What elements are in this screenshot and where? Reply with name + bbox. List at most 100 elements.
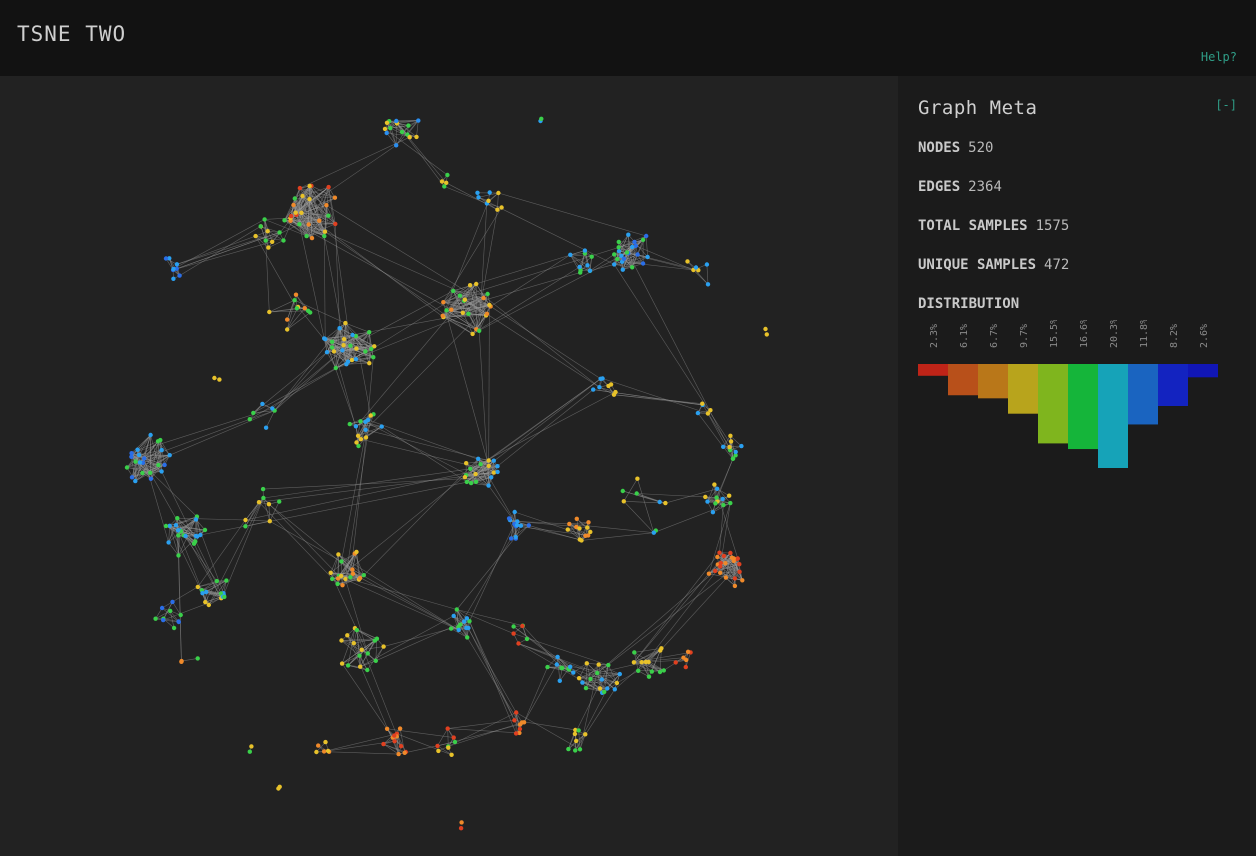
graph-node[interactable] xyxy=(576,728,581,733)
graph-node[interactable] xyxy=(588,676,593,682)
graph-node[interactable] xyxy=(733,449,738,455)
graph-node[interactable] xyxy=(168,608,173,614)
graph-node[interactable] xyxy=(345,633,350,638)
network-graph[interactable] xyxy=(0,76,898,856)
graph-node[interactable] xyxy=(137,460,143,465)
graph-node[interactable] xyxy=(468,480,474,486)
graph-node[interactable] xyxy=(620,267,625,272)
graph-node[interactable] xyxy=(369,346,374,352)
graph-node[interactable] xyxy=(520,623,525,629)
graph-node[interactable] xyxy=(392,733,397,738)
graph-node[interactable] xyxy=(620,488,625,494)
graph-node[interactable] xyxy=(337,326,342,331)
graph-node[interactable] xyxy=(651,530,656,535)
graph-node[interactable] xyxy=(166,540,171,545)
graph-node[interactable] xyxy=(179,658,184,664)
graph-node[interactable] xyxy=(262,217,267,222)
graph-node[interactable] xyxy=(486,483,491,488)
graph-node[interactable] xyxy=(355,433,361,438)
graph-node[interactable] xyxy=(321,749,327,754)
graph-node[interactable] xyxy=(565,527,570,532)
graph-node[interactable] xyxy=(354,346,359,351)
graph-node[interactable] xyxy=(353,424,359,429)
graph-node[interactable] xyxy=(224,578,229,583)
graph-node[interactable] xyxy=(630,265,635,270)
graph-node[interactable] xyxy=(365,667,370,673)
graph-node[interactable] xyxy=(439,179,445,184)
graph-node[interactable] xyxy=(357,575,363,581)
graph-node[interactable] xyxy=(442,184,447,189)
graph-node[interactable] xyxy=(720,496,725,502)
graph-node[interactable] xyxy=(365,651,370,656)
graph-node[interactable] xyxy=(487,190,492,195)
graph-node[interactable] xyxy=(513,534,518,540)
graph-node[interactable] xyxy=(681,655,686,660)
graph-node[interactable] xyxy=(445,172,450,178)
graph-node[interactable] xyxy=(333,365,338,371)
graph-node[interactable] xyxy=(341,343,346,348)
graph-node[interactable] xyxy=(339,573,344,579)
graph-node[interactable] xyxy=(435,743,440,749)
graph-node[interactable] xyxy=(336,552,341,557)
graph-node[interactable] xyxy=(508,536,514,541)
graph-node[interactable] xyxy=(388,125,393,131)
graph-node[interactable] xyxy=(449,752,454,757)
graph-node[interactable] xyxy=(446,745,451,750)
graph-node[interactable] xyxy=(133,478,138,484)
graph-node[interactable] xyxy=(737,569,742,574)
graph-node[interactable] xyxy=(512,509,517,515)
graph-node[interactable] xyxy=(176,619,181,624)
graph-node[interactable] xyxy=(445,726,450,731)
graph-node[interactable] xyxy=(322,229,328,234)
graph-node[interactable] xyxy=(291,202,296,208)
graph-node[interactable] xyxy=(587,268,593,273)
graph-node[interactable] xyxy=(339,661,345,666)
graph-node[interactable] xyxy=(136,452,142,458)
graph-node[interactable] xyxy=(713,501,718,506)
graph-node[interactable] xyxy=(578,270,583,275)
graph-node[interactable] xyxy=(714,495,719,500)
graph-node[interactable] xyxy=(617,671,622,677)
graph-node[interactable] xyxy=(639,660,644,665)
graph-node[interactable] xyxy=(703,494,708,500)
graph-node[interactable] xyxy=(288,213,294,219)
graph-node[interactable] xyxy=(518,523,524,528)
graph-node[interactable] xyxy=(454,607,459,612)
graph-node[interactable] xyxy=(340,348,345,353)
graph-node[interactable] xyxy=(739,443,744,449)
graph-node[interactable] xyxy=(306,222,311,227)
graph-node[interactable] xyxy=(630,244,635,250)
graph-node[interactable] xyxy=(582,248,588,253)
graph-node[interactable] xyxy=(133,459,138,464)
graph-node[interactable] xyxy=(611,392,617,397)
graph-node[interactable] xyxy=(294,306,300,311)
graph-node[interactable] xyxy=(474,281,479,287)
graph-node[interactable] xyxy=(545,664,550,670)
graph-node[interactable] xyxy=(170,599,175,605)
graph-node[interactable] xyxy=(473,479,479,484)
graph-node[interactable] xyxy=(381,644,386,649)
graph-node[interactable] xyxy=(317,218,322,223)
graph-node[interactable] xyxy=(658,648,663,653)
graph-node[interactable] xyxy=(358,419,363,424)
graph-node[interactable] xyxy=(583,533,588,538)
graph-node[interactable] xyxy=(263,425,269,430)
graph-node[interactable] xyxy=(568,664,573,669)
graph-node[interactable] xyxy=(589,254,594,259)
graph-node[interactable] xyxy=(292,196,297,201)
graph-node[interactable] xyxy=(451,613,456,619)
graph-node[interactable] xyxy=(348,343,353,348)
graph-node[interactable] xyxy=(129,475,135,480)
graph-node[interactable] xyxy=(486,463,491,469)
graph-node[interactable] xyxy=(577,526,582,531)
graph-node[interactable] xyxy=(491,458,496,463)
graph-node[interactable] xyxy=(282,218,287,223)
graph-node[interactable] xyxy=(715,486,720,491)
graph-node[interactable] xyxy=(577,747,583,752)
graph-node[interactable] xyxy=(326,184,331,190)
graph-node[interactable] xyxy=(297,222,302,227)
graph-node[interactable] xyxy=(270,406,275,411)
graph-node[interactable] xyxy=(646,659,651,665)
graph-node[interactable] xyxy=(595,670,600,676)
graph-node[interactable] xyxy=(464,461,469,466)
